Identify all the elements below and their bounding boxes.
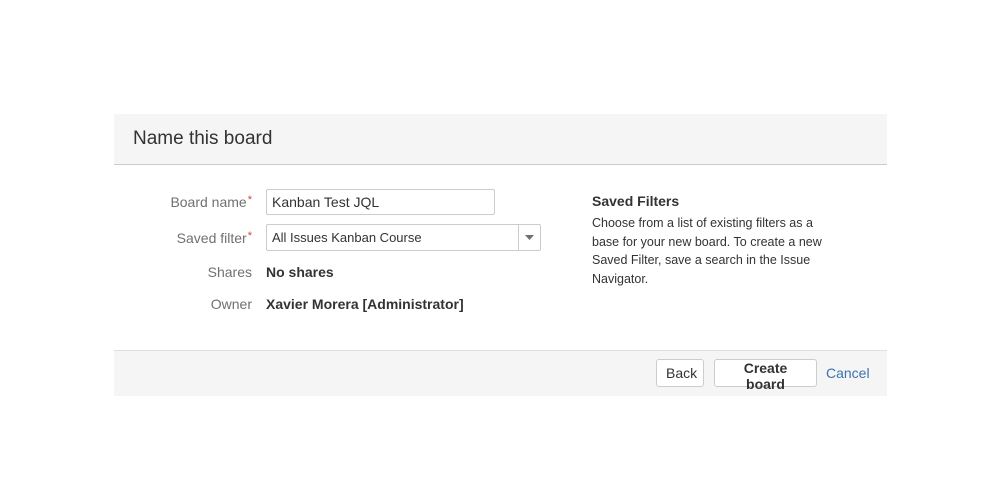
saved-filter-label: Saved filter* <box>114 230 266 246</box>
cancel-link[interactable]: Cancel <box>826 365 870 381</box>
saved-filter-label-text: Saved filter <box>176 229 247 246</box>
dialog-body: Board name* Saved filter* All Issues Kan… <box>114 165 887 350</box>
dialog-header: Name this board <box>114 114 887 165</box>
create-board-dialog: Name this board Board name* Saved filter… <box>114 114 887 396</box>
dialog-title: Name this board <box>133 128 273 149</box>
owner-value: Xavier Morera [Administrator] <box>266 296 464 312</box>
dialog-footer: Back Create board Cancel <box>114 350 887 396</box>
board-name-input[interactable] <box>266 189 495 215</box>
owner-row: Owner Xavier Morera [Administrator] <box>114 296 464 312</box>
saved-filter-selected-value: All Issues Kanban Course <box>272 230 422 245</box>
shares-row: Shares No shares <box>114 264 334 280</box>
chevron-down-icon[interactable] <box>518 225 540 250</box>
required-mark: * <box>247 194 252 206</box>
create-board-button[interactable]: Create board <box>714 359 817 392</box>
required-mark: * <box>247 229 252 242</box>
board-name-label: Board name* <box>114 194 266 210</box>
saved-filters-help: Saved Filters Choose from a list of exis… <box>592 193 842 288</box>
board-name-label-text: Board name <box>170 194 247 210</box>
shares-value: No shares <box>266 264 334 280</box>
saved-filter-select[interactable]: All Issues Kanban Course <box>266 224 541 251</box>
saved-filter-row: Saved filter* All Issues Kanban Course <box>114 224 541 251</box>
shares-label: Shares <box>207 264 252 280</box>
back-button[interactable]: Back <box>656 359 704 387</box>
help-text: Choose from a list of existing filters a… <box>592 216 822 286</box>
owner-label: Owner <box>210 296 252 312</box>
board-name-row: Board name* <box>114 189 495 215</box>
help-title: Saved Filters <box>592 193 680 209</box>
